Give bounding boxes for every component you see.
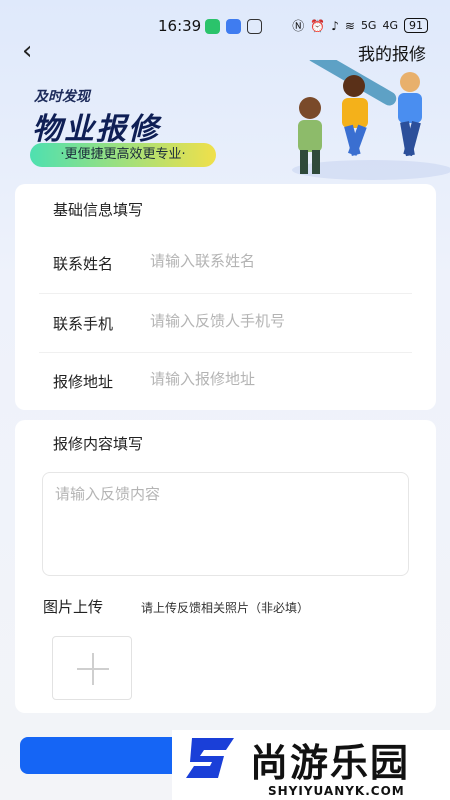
repair-content-title: 报修内容填写 — [53, 435, 144, 453]
wechat-icon — [205, 19, 220, 34]
nfc-icon: Ⓝ — [292, 19, 305, 33]
submit-button[interactable] — [20, 737, 195, 774]
watermark-url: SHYIYUANYK.COM — [268, 784, 405, 798]
watermark: 尚游乐园 SHYIYUANYK.COM — [172, 730, 450, 800]
basic-info-card: 基础信息填写 联系姓名 联系手机 报修地址 — [15, 184, 436, 410]
plus-icon-vertical — [92, 653, 94, 685]
feedback-textarea[interactable] — [42, 472, 409, 576]
banner-tagline: ·更便捷更高效更专业· — [30, 143, 216, 167]
add-image-button[interactable] — [52, 636, 132, 700]
banner-subtitle: 及时发现 — [34, 89, 90, 105]
app-notification-icon — [226, 19, 241, 34]
watermark-logo-icon — [186, 738, 234, 778]
banner-title: 物业报修 — [32, 112, 160, 147]
contact-phone-input[interactable] — [150, 312, 400, 330]
repair-address-label: 报修地址 — [53, 373, 114, 391]
image-upload-hint: 请上传反馈相关照片（非必填） — [141, 601, 310, 615]
contact-phone-label: 联系手机 — [53, 315, 114, 333]
signal-5g: 5G — [360, 19, 377, 32]
message-icon — [247, 19, 262, 34]
back-icon[interactable]: ‹ — [22, 38, 32, 64]
divider — [39, 352, 412, 353]
mute-icon: ♪ — [331, 18, 339, 33]
status-right: Ⓝ ⏰ ♪ ≋ 5G 4G 91 — [292, 17, 428, 34]
repair-address-input[interactable] — [150, 370, 400, 388]
signal-4g: 4G — [382, 19, 398, 32]
battery-indicator: 91 — [404, 18, 428, 33]
status-time: 16:39 — [158, 17, 202, 35]
status-bar: 16:39 Ⓝ ⏰ ♪ ≋ 5G 4G 91 — [0, 0, 450, 40]
image-upload-label: 图片上传 — [43, 598, 104, 616]
wifi-icon: ≋ — [344, 18, 355, 33]
basic-info-title: 基础信息填写 — [53, 201, 144, 219]
contact-name-label: 联系姓名 — [53, 255, 114, 273]
people-illustration — [292, 60, 450, 180]
contact-name-input[interactable] — [150, 252, 400, 270]
watermark-brand: 尚游乐园 — [250, 741, 411, 785]
repair-content-card: 报修内容填写 图片上传 请上传反馈相关照片（非必填） — [15, 420, 436, 713]
alarm-icon: ⏰ — [310, 18, 326, 33]
divider — [39, 293, 412, 294]
